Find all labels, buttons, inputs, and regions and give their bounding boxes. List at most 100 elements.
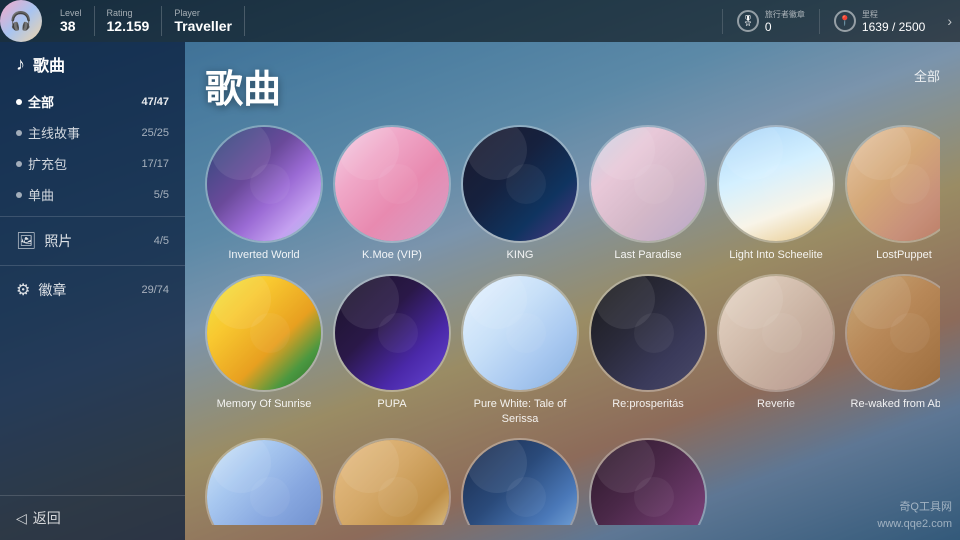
filter-button[interactable]: 全部 [914, 66, 940, 85]
song-art [463, 276, 577, 390]
song-card[interactable] [205, 438, 323, 525]
photos-icon: 🖼 [16, 231, 36, 251]
sidebar-songs-label: 歌曲 [33, 52, 65, 76]
song-art [719, 276, 833, 390]
song-art [591, 127, 705, 241]
mileage-value: 1639 / 2500 [862, 20, 925, 34]
song-name: Last Paradise [614, 248, 681, 262]
sidebar-item-expansion[interactable]: 扩充包 17/17 [0, 148, 185, 179]
rating-label: Rating [107, 8, 150, 18]
song-name: Inverted World [228, 248, 299, 262]
song-card[interactable]: Inverted World [205, 125, 323, 262]
page-title: 歌曲 [205, 58, 281, 113]
song-card[interactable]: Pure White: Tale of Serissa [461, 274, 579, 426]
sidebar-single-count: 5/5 [154, 189, 169, 201]
song-art [591, 276, 705, 390]
sidebar-item-photos[interactable]: 🖼 照片 4/5 [0, 223, 185, 259]
top-right-stats: 🎖 旅行者徽章 0 📍 里程 1639 / 2500 › [722, 9, 960, 34]
sidebar-item-all[interactable]: 全部 47/47 [0, 86, 185, 117]
level-value: 38 [60, 18, 82, 34]
badge-label: 旅行者徽章 [765, 9, 805, 20]
song-art [207, 440, 321, 525]
song-card[interactable]: Re:prosperitás [589, 274, 707, 426]
song-card[interactable]: KING [461, 125, 579, 262]
song-circle [333, 125, 451, 243]
song-card[interactable]: Reverie [717, 274, 835, 426]
player-value: Traveller [174, 18, 232, 34]
mileage-stat: 📍 里程 1639 / 2500 [819, 9, 939, 34]
song-art [463, 127, 577, 241]
song-name: Pure White: Tale of Serissa [461, 397, 579, 426]
mileage-icon: 📍 [834, 10, 856, 32]
badge-icon: 🎖 [737, 10, 759, 32]
song-circle [461, 438, 579, 525]
song-name: Re:prosperitás [612, 397, 684, 411]
sidebar-songs-header: ♪ 歌曲 [0, 42, 185, 86]
level-label: Level [60, 8, 82, 18]
page-header: 歌曲 全部 [205, 58, 940, 113]
avatar: 🎧 [0, 0, 42, 42]
song-card[interactable]: PUPA [333, 274, 451, 426]
song-card[interactable] [589, 438, 707, 525]
back-button[interactable]: ◁ 返回 [16, 508, 169, 528]
sidebar-expansion-count: 17/17 [141, 158, 169, 170]
song-card[interactable] [333, 438, 451, 525]
top-arrow[interactable]: › [939, 13, 960, 29]
songs-grid: Inverted World K.Moe (VIP) KING Last Paradi… [205, 125, 940, 525]
song-art [591, 440, 705, 525]
song-circle [717, 125, 835, 243]
dot-icon [16, 99, 22, 105]
song-name: Reverie [757, 397, 795, 411]
sidebar-photos-count: 4/5 [154, 235, 169, 247]
dot-icon [16, 192, 22, 198]
song-art [847, 127, 940, 241]
song-name: K.Moe (VIP) [362, 248, 422, 262]
badges-icon: ⚙ [16, 280, 30, 300]
song-card[interactable]: Memory Of Sunrise [205, 274, 323, 426]
song-circle [589, 125, 707, 243]
song-circle [717, 274, 835, 392]
song-circle [205, 274, 323, 392]
sidebar-photos-label: 照片 [44, 231, 72, 251]
song-art [207, 276, 321, 390]
song-art [335, 127, 449, 241]
song-circle [333, 438, 451, 525]
song-name: Memory Of Sunrise [217, 397, 312, 411]
sidebar-main-story-label: 主线故事 [28, 123, 80, 142]
song-circle [461, 125, 579, 243]
sidebar-item-main-story[interactable]: 主线故事 25/25 [0, 117, 185, 148]
sidebar-badges-label: 徽章 [38, 280, 66, 300]
sidebar-item-badges[interactable]: ⚙ 徽章 29/74 [0, 272, 185, 308]
top-bar: 🎧 Level 38 Rating 12.159 Player Travelle… [0, 0, 960, 42]
watermark: 奇Q工具网 www.qqe2.com [877, 499, 952, 532]
song-circle [461, 274, 579, 392]
main-content: 歌曲 全部 Inverted World K.Moe (VIP) KING Last … [185, 42, 960, 540]
sidebar-expansion-label: 扩充包 [28, 154, 67, 173]
badge-stat: 🎖 旅行者徽章 0 [722, 9, 819, 34]
sidebar-divider-1 [0, 216, 185, 217]
song-circle [845, 125, 940, 243]
song-circle [589, 438, 707, 525]
song-art [207, 127, 321, 241]
song-card[interactable] [461, 438, 579, 525]
sidebar-divider-2 [0, 265, 185, 266]
mileage-text: 里程 1639 / 2500 [862, 9, 925, 34]
sidebar-item-single[interactable]: 单曲 5/5 [0, 179, 185, 210]
song-circle [845, 274, 940, 392]
song-art [719, 127, 833, 241]
sidebar-single-label: 单曲 [28, 185, 54, 204]
song-circle [333, 274, 451, 392]
song-card[interactable]: K.Moe (VIP) [333, 125, 451, 262]
watermark-line2: www.qqe2.com [877, 516, 952, 533]
sidebar-bottom: ◁ 返回 [0, 495, 185, 540]
song-card[interactable]: LostPuppet [845, 125, 940, 262]
song-card[interactable]: Last Paradise [589, 125, 707, 262]
song-name: PUPA [377, 397, 406, 411]
song-card[interactable]: Re-waked from Abyss [845, 274, 940, 426]
song-card[interactable]: Light Into Scheelite [717, 125, 835, 262]
rating-value: 12.159 [107, 18, 150, 34]
sidebar-all-label: 全部 [28, 92, 54, 111]
player-label: Player [174, 8, 232, 18]
song-art [335, 276, 449, 390]
dot-icon [16, 161, 22, 167]
